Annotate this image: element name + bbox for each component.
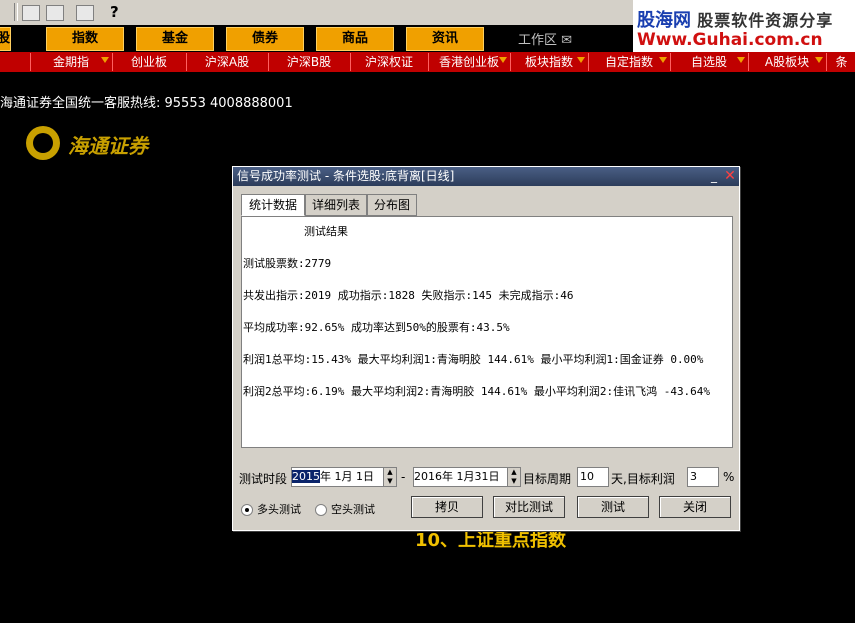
- tab-b-shares[interactable]: 沪深B股: [268, 53, 349, 71]
- menu-stock[interactable]: 股: [0, 27, 11, 51]
- tab-label: 自定指数: [604, 55, 653, 69]
- site-logo-name: 股海网: [637, 10, 691, 31]
- tab-label: 自选股: [690, 55, 727, 69]
- tab-label: A股板块: [764, 55, 810, 69]
- dropdown-arrow-icon: [659, 57, 667, 63]
- tab-sector-index[interactable]: 板块指数: [510, 53, 587, 71]
- result-profit2: 利润2总平均:6.19% 最大平均利润2:青海明胶 144.61% 最小平均利润…: [243, 385, 711, 398]
- target-period-label: 目标周期: [523, 472, 572, 486]
- start-date-picker[interactable]: 2015年 1月 1日 ▲ ▼: [291, 467, 397, 487]
- short-test-radio[interactable]: [315, 504, 327, 516]
- tab-index-futures[interactable]: 金期指: [30, 53, 111, 71]
- brand-name: 海通证券: [68, 134, 148, 158]
- mail-icon: ✉: [561, 33, 573, 48]
- copy-button[interactable]: 拷贝: [411, 496, 483, 518]
- tab-distribution[interactable]: 分布图: [367, 194, 417, 216]
- tab-a-share-sectors[interactable]: A股板块: [748, 53, 825, 71]
- menu-fund[interactable]: 基金: [136, 27, 214, 51]
- test-mode-radio-group: 多头测试 空头测试: [241, 501, 375, 517]
- tab-statistics[interactable]: 统计数据: [241, 194, 305, 216]
- dropdown-arrow-icon: [101, 57, 109, 63]
- tab-chinext[interactable]: 创业板: [112, 53, 185, 71]
- tab-watchlist[interactable]: 自选股: [670, 53, 747, 71]
- tab-custom-index[interactable]: 自定指数: [588, 53, 669, 71]
- hotline-text: 海通证券全国统一客服热线: 95553 4008888001: [0, 96, 293, 111]
- result-heading: 测试结果: [304, 225, 348, 238]
- market-tab-bar: 金期指 创业板 沪深A股 沪深B股 沪深权证 香港创业板 板块指数 自定指数 自…: [0, 52, 855, 72]
- close-button[interactable]: 关闭: [659, 496, 731, 518]
- target-profit-label: 天,目标利润: [611, 472, 675, 486]
- tab-label: 沪深B股: [286, 55, 332, 69]
- tab-hk-gem[interactable]: 香港创业板: [428, 53, 509, 71]
- tab-label: 沪深权证: [364, 55, 413, 69]
- dropdown-arrow-icon: [815, 57, 823, 63]
- tab-a-shares[interactable]: 沪深A股: [186, 53, 267, 71]
- haitong-logo-icon: [26, 126, 60, 160]
- site-logo-url: Www.Guhai.com.cn: [637, 30, 823, 50]
- dropdown-arrow-icon: [499, 57, 507, 63]
- tab-label: 金期指: [52, 55, 89, 69]
- dropdown-arrow-icon: [577, 57, 585, 63]
- tools-icon[interactable]: [76, 5, 94, 21]
- tab-label: 沪深A股: [204, 55, 250, 69]
- site-logo: 股海网 股票软件资源分享 Www.Guhai.com.cn: [633, 0, 855, 54]
- menu-news[interactable]: 资讯: [406, 27, 484, 51]
- tab-label: 条: [835, 55, 848, 69]
- short-test-label: 空头测试: [331, 503, 375, 516]
- start-year: 2015: [292, 470, 320, 483]
- target-profit-input[interactable]: 3: [687, 467, 719, 487]
- tab-label: 板块指数: [524, 55, 573, 69]
- result-success-rate: 平均成功率:92.65% 成功率达到50%的股票有:43.5%: [243, 321, 510, 334]
- view-icon[interactable]: [46, 5, 64, 21]
- site-logo-tagline: 股票软件资源分享: [697, 11, 834, 30]
- test-button[interactable]: 测试: [577, 496, 649, 518]
- date-range-dash: -: [401, 470, 406, 484]
- result-stock-count: 测试股票数:2779: [243, 257, 332, 270]
- date-spinner-icon[interactable]: ▲ ▼: [383, 468, 396, 486]
- long-test-radio[interactable]: [241, 504, 253, 516]
- dialog-title-bar[interactable]: 信号成功率测试 - 条件选股:底背离[日线] _ ✕: [233, 167, 739, 186]
- result-profit1: 利润1总平均:15.43% 最大平均利润1:青海明胶 144.61% 最小平均利…: [243, 353, 704, 366]
- test-parameters: 测试时段 2015年 1月 1日 ▲ ▼ - 2016年 1月31日 ▲ ▼ 目标周…: [239, 467, 739, 489]
- back-icon[interactable]: [22, 5, 40, 21]
- dialog-title: 信号成功率测试 - 条件选股:底背离[日线]: [237, 169, 455, 183]
- target-period-input[interactable]: 10: [577, 467, 609, 487]
- start-date-rest: 年 1月 1日: [320, 470, 374, 483]
- menu-bond[interactable]: 债券: [226, 27, 304, 51]
- date-spinner-icon[interactable]: ▲ ▼: [507, 468, 520, 486]
- close-icon[interactable]: ✕: [723, 169, 737, 183]
- percent-label: %: [723, 470, 735, 484]
- tab-more[interactable]: 条: [826, 53, 855, 71]
- tab-label: 香港创业板: [438, 55, 499, 69]
- menu-commodity[interactable]: 商品: [316, 27, 394, 51]
- compare-test-button[interactable]: 对比测试: [493, 496, 565, 518]
- result-panel: 测试结果 测试股票数:2779 共发出指示:2019 成功指示:1828 失败指…: [241, 216, 733, 448]
- tab-label: 创业板: [130, 55, 167, 69]
- tab-detail-list[interactable]: 详细列表: [305, 194, 367, 216]
- menu-bar: 股 指数 基金 债券 商品 资讯 工作区 ✉: [0, 25, 633, 52]
- end-date-picker[interactable]: 2016年 1月31日 ▲ ▼: [413, 467, 521, 487]
- workzone-menu[interactable]: 工作区 ✉: [518, 29, 572, 48]
- tab-warrants[interactable]: 沪深权证: [350, 53, 427, 71]
- period-label: 测试时段: [239, 472, 288, 486]
- end-date-value: 2016年 1月31日: [414, 470, 500, 483]
- minimize-icon[interactable]: _: [707, 169, 721, 183]
- dropdown-arrow-icon: [737, 57, 745, 63]
- toolbar-separator: [14, 3, 18, 21]
- menu-index[interactable]: 指数: [46, 27, 124, 51]
- signal-test-dialog: 信号成功率测试 - 条件选股:底背离[日线] _ ✕ 统计数据 详细列表 分布图…: [232, 166, 740, 531]
- long-test-label: 多头测试: [257, 503, 301, 516]
- help-pointer-icon[interactable]: ?: [110, 3, 128, 21]
- result-signals: 共发出指示:2019 成功指示:1828 失败指示:145 未完成指示:46: [243, 289, 574, 302]
- workzone-label: 工作区: [518, 33, 558, 48]
